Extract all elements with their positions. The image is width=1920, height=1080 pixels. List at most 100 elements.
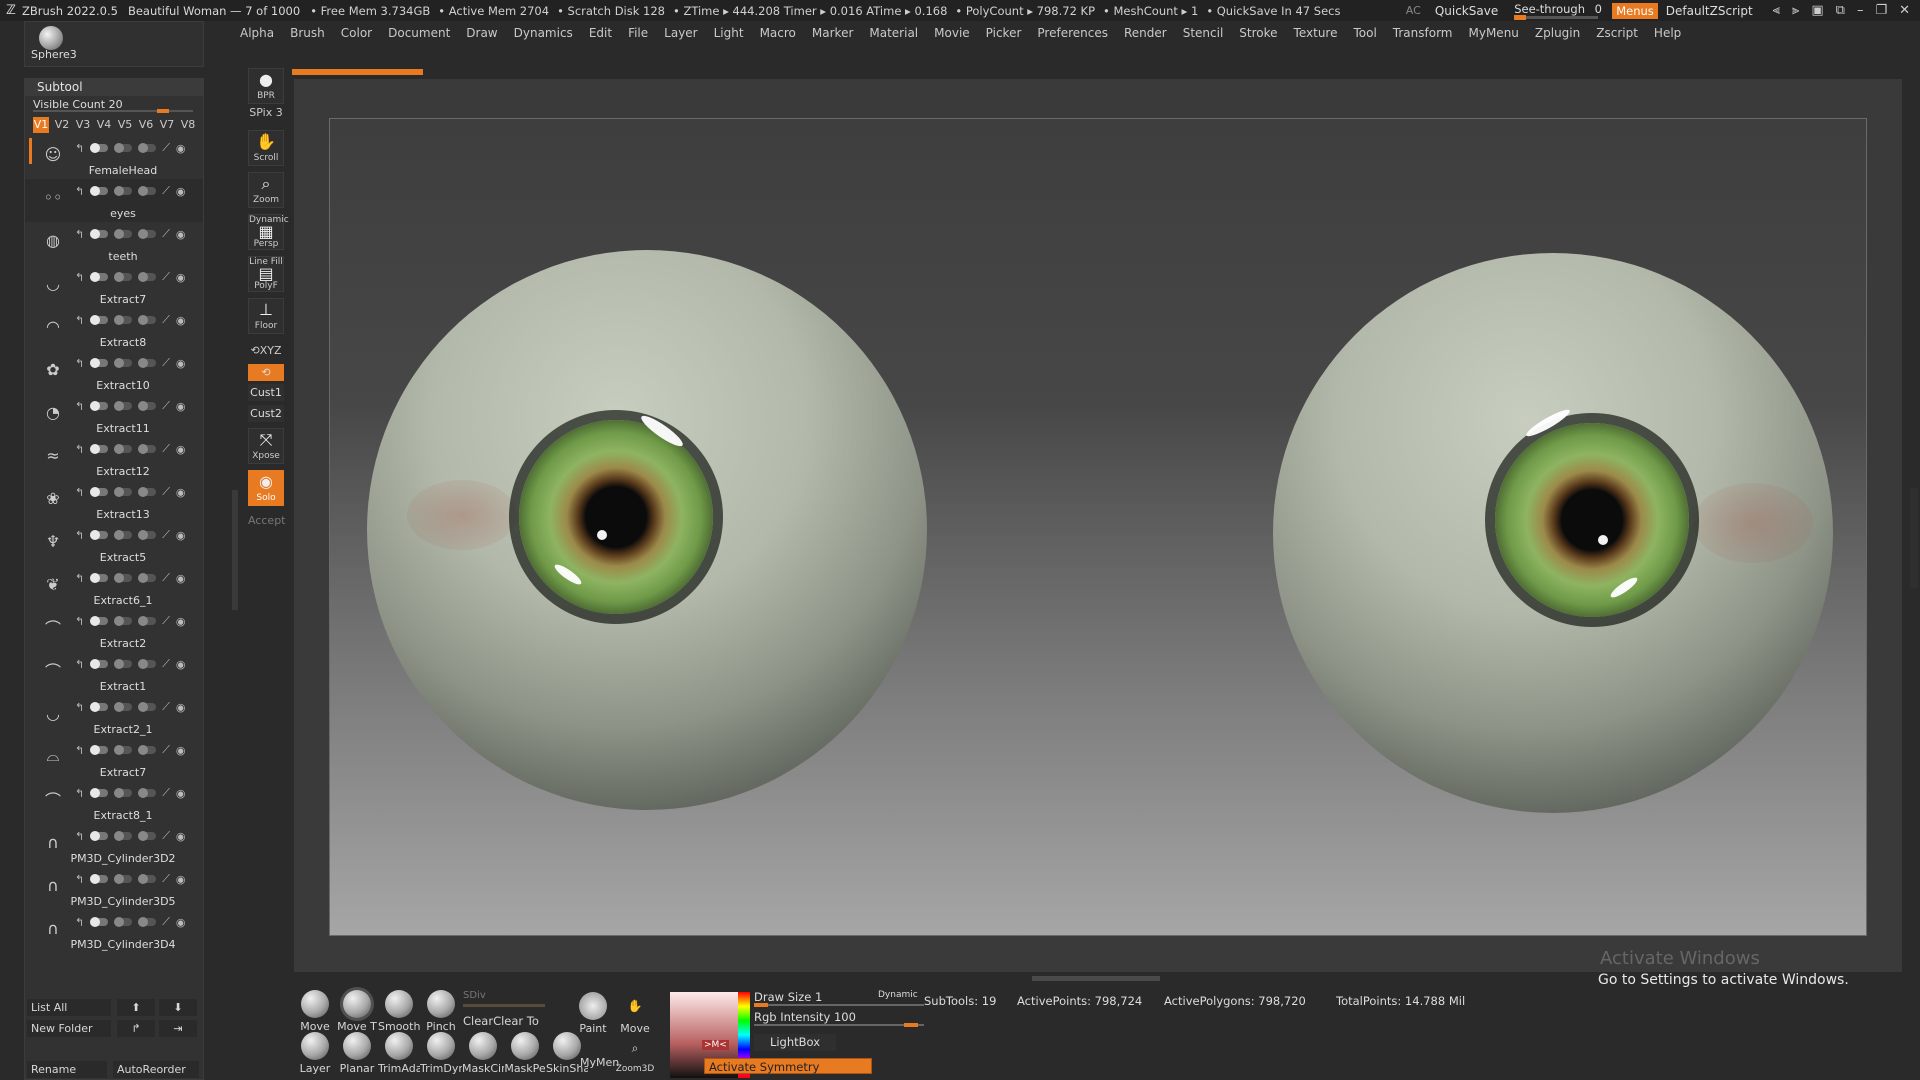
tool-slot[interactable]: Sphere3 [24, 21, 204, 67]
subtool-row[interactable]: ❦ ↰ ⟋ ◉ Extract6_1 [25, 566, 203, 609]
scroll-button[interactable]: ✋ Scroll [248, 130, 284, 166]
brush-move[interactable]: Move [294, 990, 336, 1033]
subtool-solo-toggle[interactable] [138, 530, 157, 540]
menu-file[interactable]: File [628, 26, 648, 40]
tab-v8[interactable]: V8 [180, 117, 196, 133]
tab-v4[interactable]: V4 [96, 117, 112, 133]
brush-stroke-icon[interactable]: ⟋ [162, 270, 170, 284]
move3d-button[interactable]: ✋ Move [614, 992, 656, 1035]
subtool-polypaint-toggle[interactable] [90, 186, 109, 196]
subtool-arrow-icon[interactable]: ↰ [75, 701, 84, 714]
subtool-header[interactable]: Subtool [25, 79, 203, 96]
subtool-row[interactable]: ∩ ↰ ⟋ ◉ PM3D_Cylinder3D2 [25, 824, 203, 867]
redirect-icon[interactable]: ↱ [117, 1020, 155, 1037]
brush-stroke-icon[interactable]: ⟋ [162, 915, 170, 929]
subtool-polypaint-toggle[interactable] [90, 401, 109, 411]
subtool-arrow-icon[interactable]: ↰ [75, 572, 84, 585]
persp-button[interactable]: Dynamic ▦ Persp [248, 214, 289, 250]
subtool-solo-toggle[interactable] [138, 616, 157, 626]
subtool-arrow-icon[interactable]: ↰ [75, 916, 84, 929]
subtool-solo-toggle[interactable] [138, 659, 157, 669]
subtool-polypaint-toggle[interactable] [90, 917, 109, 927]
layout-left-icon[interactable]: ⫷ [1773, 3, 1780, 18]
subtool-solo-toggle[interactable] [138, 315, 157, 325]
subtool-mode-toggle[interactable] [114, 272, 133, 282]
brush-stroke-icon[interactable]: ⟋ [162, 700, 170, 714]
brush-stroke-icon[interactable]: ⟋ [162, 614, 170, 628]
menu-picker[interactable]: Picker [986, 26, 1022, 40]
subtool-row[interactable]: ◡ ↰ ⟋ ◉ Extract2_1 [25, 695, 203, 738]
brush-smooth[interactable]: Smooth [378, 990, 420, 1033]
tab-v7[interactable]: V7 [159, 117, 175, 133]
eye-visibility-icon[interactable]: ◉ [176, 400, 186, 413]
subtool-solo-toggle[interactable] [138, 401, 157, 411]
default-zscript-button[interactable]: DefaultZScript [1666, 4, 1753, 18]
rotation-mode-button[interactable]: ⟲ [248, 364, 284, 381]
accept-button[interactable]: Accept [248, 514, 286, 527]
menu-brush[interactable]: Brush [290, 26, 325, 40]
subtool-mode-toggle[interactable] [114, 315, 133, 325]
subtool-mode-toggle[interactable] [114, 573, 133, 583]
brush-layer[interactable]: Layer [294, 1032, 336, 1075]
subtool-polypaint-toggle[interactable] [90, 229, 109, 239]
brush-maskpen[interactable]: MaskPe [504, 1032, 546, 1075]
brush-stroke-icon[interactable]: ⟋ [162, 442, 170, 456]
brush-planar[interactable]: Planar [336, 1032, 378, 1075]
subtool-polypaint-toggle[interactable] [90, 358, 109, 368]
eye-visibility-icon[interactable]: ◉ [176, 486, 186, 499]
subtool-mode-toggle[interactable] [114, 143, 133, 153]
eye-visibility-icon[interactable]: ◉ [176, 830, 186, 843]
subtool-row[interactable]: ◔ ↰ ⟋ ◉ Extract11 [25, 394, 203, 437]
subtool-arrow-icon[interactable]: ↰ [75, 185, 84, 198]
subtool-solo-toggle[interactable] [138, 272, 157, 282]
subtool-row[interactable]: ◦◦ ↰ ⟋ ◉ eyes [25, 179, 203, 222]
subtool-arrow-icon[interactable]: ↰ [75, 486, 84, 499]
menu-material[interactable]: Material [869, 26, 918, 40]
cust1-button[interactable]: Cust1 [248, 384, 284, 401]
subtool-arrow-icon[interactable]: ↰ [75, 357, 84, 370]
brush-stroke-icon[interactable]: ⟋ [162, 571, 170, 585]
menu-zscript[interactable]: Zscript [1596, 26, 1638, 40]
brush-stroke-icon[interactable]: ⟋ [162, 743, 170, 757]
brush-stroke-icon[interactable]: ⟋ [162, 657, 170, 671]
subtool-solo-toggle[interactable] [138, 831, 157, 841]
zoom-button[interactable]: ⌕ Zoom [248, 172, 284, 208]
subtool-polypaint-toggle[interactable] [90, 702, 109, 712]
subtool-arrow-icon[interactable]: ↰ [75, 443, 84, 456]
autoreorder-button[interactable]: AutoReorder [113, 1061, 199, 1078]
subtool-row[interactable]: ⌒ ↰ ⟋ ◉ Extract2 [25, 609, 203, 652]
draw-size-knob[interactable] [754, 1003, 768, 1007]
eye-visibility-icon[interactable]: ◉ [176, 916, 186, 929]
subtool-arrow-icon[interactable]: ↰ [75, 615, 84, 628]
zoom3d-button[interactable]: ⌕ Zoom3D [614, 1034, 656, 1074]
menu-stroke[interactable]: Stroke [1239, 26, 1277, 40]
subtool-row[interactable]: ⌒ ↰ ⟋ ◉ Extract8_1 [25, 781, 203, 824]
subtool-row[interactable]: ⌓ ↰ ⟋ ◉ Extract7 [25, 738, 203, 781]
subtool-arrow-icon[interactable]: ↰ [75, 529, 84, 542]
subtool-polypaint-toggle[interactable] [90, 874, 109, 884]
visible-count-knob[interactable] [157, 109, 169, 113]
brush-trimadaptive[interactable]: TrimAdapt [378, 1032, 420, 1075]
subtool-row[interactable]: ⌒ ↰ ⟋ ◉ Extract1 [25, 652, 203, 695]
subtool-solo-toggle[interactable] [138, 788, 157, 798]
rgb-intensity-slider[interactable]: Rgb Intensity 100 [754, 1010, 924, 1024]
subtool-solo-toggle[interactable] [138, 186, 157, 196]
subtool-mode-toggle[interactable] [114, 487, 133, 497]
cust2-button[interactable]: Cust2 [248, 405, 284, 422]
eye-visibility-icon[interactable]: ◉ [176, 873, 186, 886]
eye-visibility-icon[interactable]: ◉ [176, 572, 186, 585]
menu-light[interactable]: Light [714, 26, 744, 40]
lightbox-button[interactable]: LightBox [754, 1034, 836, 1051]
tab-v3[interactable]: V3 [75, 117, 91, 133]
seethrough-slider[interactable]: See-through 0 [1514, 2, 1602, 20]
menu-help[interactable]: Help [1654, 26, 1681, 40]
subtool-polypaint-toggle[interactable] [90, 659, 109, 669]
solo-button[interactable]: ◉ Solo [248, 470, 284, 506]
menu-tool[interactable]: Tool [1353, 26, 1376, 40]
subtool-arrow-icon[interactable]: ↰ [75, 873, 84, 886]
move-up-icon[interactable]: ⬆ [117, 999, 155, 1016]
subtool-polypaint-toggle[interactable] [90, 788, 109, 798]
subtool-row[interactable]: ◠ ↰ ⟋ ◉ Extract8 [25, 308, 203, 351]
m-button[interactable]: >M< [702, 1040, 729, 1050]
menu-transform[interactable]: Transform [1393, 26, 1453, 40]
